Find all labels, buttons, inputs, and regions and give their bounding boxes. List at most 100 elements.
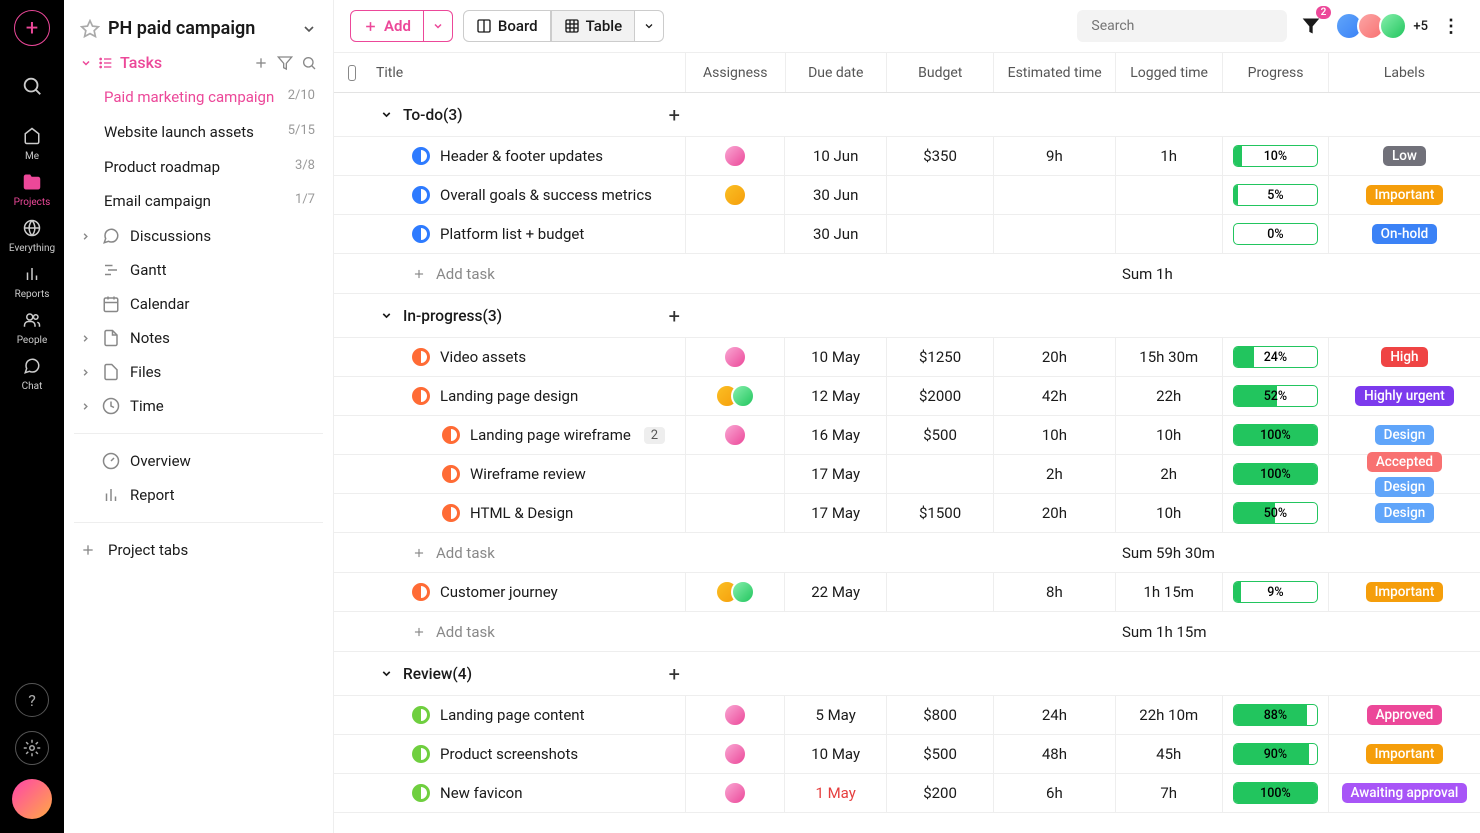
add-dropdown[interactable] (424, 10, 453, 42)
progress-bar[interactable]: 0% (1233, 223, 1318, 245)
task-row[interactable]: Landing page wireframe216 May$50010h10h1… (334, 416, 1480, 455)
estimated-time[interactable]: 2h (994, 455, 1115, 493)
assignee-avatar[interactable] (731, 384, 755, 408)
status-dot[interactable] (412, 348, 430, 366)
progress-bar[interactable]: 9% (1233, 581, 1318, 603)
budget[interactable]: $2000 (887, 377, 994, 415)
label-pill[interactable]: High (1381, 347, 1427, 367)
nav-me[interactable]: Me (9, 120, 55, 166)
progress-bar[interactable]: 5% (1233, 184, 1318, 206)
due-date[interactable]: 16 May (785, 416, 886, 454)
progress-bar[interactable]: 10% (1233, 145, 1318, 167)
label-pill[interactable]: Design (1375, 503, 1435, 523)
task-row[interactable]: Overall goals & success metrics30 Jun5%I… (334, 176, 1480, 215)
due-date[interactable]: 10 May (785, 735, 886, 773)
progress-bar[interactable]: 90% (1233, 743, 1318, 765)
task-row[interactable]: Landing page design12 May$200042h22h52%H… (334, 377, 1480, 416)
task-row[interactable]: Header & footer updates10 Jun$3509h1h10%… (334, 137, 1480, 176)
sidebar-item-gantt[interactable]: Gantt (70, 253, 327, 287)
sidebar-item-calendar[interactable]: Calendar (70, 287, 327, 321)
due-date[interactable]: 10 May (785, 338, 886, 376)
sidebar-item-files[interactable]: Files (70, 355, 327, 389)
logged-time[interactable]: 22h 10m (1116, 696, 1223, 734)
search-icon[interactable] (301, 55, 317, 71)
task-row[interactable]: Customer journey22 May8h1h 15m9%Importan… (334, 573, 1480, 612)
label-pill[interactable]: Approved (1367, 705, 1443, 725)
estimated-time[interactable]: 8h (994, 573, 1115, 611)
label-pill[interactable]: Low (1383, 146, 1426, 166)
filter-icon[interactable] (277, 55, 293, 71)
due-date[interactable]: 1 May (785, 774, 886, 812)
assignee-avatar[interactable] (723, 423, 747, 447)
logged-time[interactable]: 22h (1116, 377, 1223, 415)
due-date[interactable]: 30 Jun (785, 215, 886, 253)
budget[interactable] (887, 573, 994, 611)
assignee-avatar[interactable] (723, 183, 747, 207)
view-dropdown[interactable] (635, 10, 664, 42)
budget[interactable]: $800 (887, 696, 994, 734)
nav-reports[interactable]: Reports (9, 258, 55, 304)
group-add-button[interactable]: + (669, 103, 680, 127)
estimated-time[interactable]: 9h (994, 137, 1115, 175)
status-dot[interactable] (412, 583, 430, 601)
budget[interactable]: $200 (887, 774, 994, 812)
logged-time[interactable]: 2h (1116, 455, 1223, 493)
nav-people[interactable]: People (9, 304, 55, 350)
logged-time[interactable]: 1h (1116, 137, 1223, 175)
progress-bar[interactable]: 100% (1233, 463, 1318, 485)
project-header[interactable]: PH paid campaign (70, 12, 327, 45)
logged-time[interactable]: 10h (1116, 416, 1223, 454)
estimated-time[interactable]: 10h (994, 416, 1115, 454)
status-dot[interactable] (442, 504, 460, 522)
nav-everything[interactable]: Everything (9, 212, 55, 258)
help-button[interactable]: ? (15, 683, 49, 717)
logged-time[interactable]: 15h 30m (1116, 338, 1223, 376)
group-header[interactable]: In-progress(3)+ (334, 294, 1480, 338)
due-date[interactable]: 30 Jun (785, 176, 886, 214)
assignee-avatar[interactable] (723, 703, 747, 727)
task-row[interactable]: Wireframe review17 May2h2h100%AcceptedDe… (334, 455, 1480, 494)
logged-time[interactable] (1116, 176, 1223, 214)
status-dot[interactable] (412, 147, 430, 165)
estimated-time[interactable]: 6h (994, 774, 1115, 812)
group-add-button[interactable]: + (669, 304, 680, 328)
estimated-time[interactable]: 20h (994, 338, 1115, 376)
status-dot[interactable] (412, 387, 430, 405)
group-header[interactable]: Review(4)+ (334, 652, 1480, 696)
sidebar-item-discussions[interactable]: Discussions (70, 219, 327, 253)
progress-bar[interactable]: 100% (1233, 782, 1318, 804)
budget[interactable]: $1500 (887, 494, 994, 532)
nav-chat[interactable]: Chat (9, 350, 55, 396)
due-date[interactable]: 12 May (785, 377, 886, 415)
tasklist-item[interactable]: Paid marketing campaign2/10 (94, 80, 327, 115)
assignee-avatar[interactable] (723, 144, 747, 168)
more-menu[interactable]: ⋮ (1438, 12, 1464, 41)
budget[interactable] (887, 455, 994, 493)
estimated-time[interactable] (994, 215, 1115, 253)
due-date[interactable]: 22 May (785, 573, 886, 611)
task-row[interactable]: Video assets10 May$125020h15h 30m24%High (334, 338, 1480, 377)
task-row[interactable]: Platform list + budget30 Jun0%On-hold (334, 215, 1480, 254)
add-tasklist-button[interactable] (253, 55, 269, 71)
add-task-row[interactable]: Add task (334, 254, 1112, 293)
sidebar-item-notes[interactable]: Notes (70, 321, 327, 355)
budget[interactable] (887, 215, 994, 253)
status-dot[interactable] (412, 745, 430, 763)
group-header[interactable]: To-do(3)+ (334, 93, 1480, 137)
sidebar-section-tasks[interactable]: Tasks (70, 45, 327, 80)
logged-time[interactable] (1116, 215, 1223, 253)
label-pill[interactable]: Design (1375, 425, 1435, 445)
task-row[interactable]: HTML & Design17 May$150020h10h50%Design (334, 494, 1480, 533)
sidebar-item-overview[interactable]: Overview (70, 444, 327, 478)
assignee-avatar[interactable] (723, 742, 747, 766)
due-date[interactable]: 17 May (785, 455, 886, 493)
estimated-time[interactable]: 24h (994, 696, 1115, 734)
nav-projects[interactable]: Projects (9, 166, 55, 212)
search-input[interactable] (1077, 10, 1287, 42)
budget[interactable]: $500 (887, 735, 994, 773)
progress-bar[interactable]: 24% (1233, 346, 1318, 368)
tasklist-item[interactable]: Email campaign1/7 (94, 184, 327, 219)
status-dot[interactable] (412, 706, 430, 724)
add-task-row[interactable]: Add task (334, 612, 1112, 651)
status-dot[interactable] (412, 186, 430, 204)
